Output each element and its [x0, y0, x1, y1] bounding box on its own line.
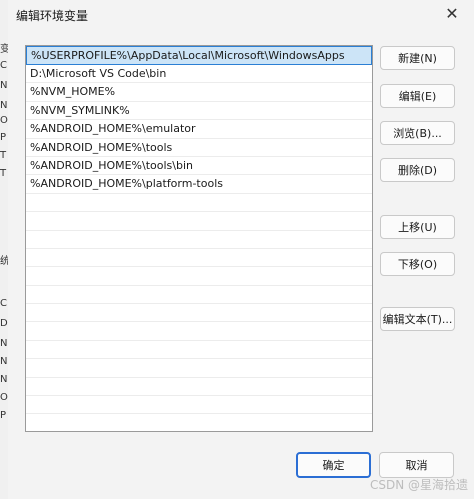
move-up-button[interactable]: 上移(U) [380, 215, 455, 239]
background-text-fragment: N [0, 374, 8, 385]
empty-list-row[interactable] [26, 249, 372, 268]
background-text-fragment: T [0, 168, 7, 179]
background-text-fragment: C [0, 60, 7, 71]
background-text-fragment: N [0, 80, 8, 91]
empty-list-row[interactable] [26, 341, 372, 360]
path-list[interactable]: %USERPROFILE%\AppData\Local\Microsoft\Wi… [25, 45, 373, 432]
background-text-fragment: 变 [0, 44, 8, 55]
close-icon: ✕ [445, 3, 459, 23]
cancel-button[interactable]: 取消 [379, 452, 454, 478]
background-text-fragment: C [0, 298, 7, 309]
background-text-fragment: N [0, 356, 8, 367]
watermark: CSDN @星海拾遗 [369, 478, 468, 492]
delete-button[interactable]: 删除(D) [380, 158, 455, 182]
list-item[interactable]: %USERPROFILE%\AppData\Local\Microsoft\Wi… [26, 46, 372, 65]
background-text-fragment: T [0, 150, 7, 161]
empty-list-row[interactable] [26, 378, 372, 397]
ok-button[interactable]: 确定 [296, 452, 371, 478]
new-button[interactable]: 新建(N) [380, 46, 455, 70]
close-button[interactable]: ✕ [430, 0, 474, 26]
list-item[interactable]: %ANDROID_HOME%\emulator [26, 120, 372, 139]
edit-button[interactable]: 编辑(E) [380, 84, 455, 108]
empty-list-row[interactable] [26, 396, 372, 415]
background-text-fragment: 统 [0, 256, 8, 267]
background-text-fragment: O [0, 392, 8, 403]
list-item[interactable]: %ANDROID_HOME%\tools\bin [26, 157, 372, 176]
background-text-fragment: N [0, 338, 8, 349]
empty-list-row[interactable] [26, 267, 372, 286]
empty-list-row[interactable] [26, 231, 372, 249]
edit-text-button[interactable]: 编辑文本(T)... [380, 307, 455, 331]
empty-list-row[interactable] [26, 194, 372, 213]
list-item[interactable]: %ANDROID_HOME%\platform-tools [26, 175, 372, 194]
background-text-fragment: O [0, 115, 8, 126]
title-bar: 编辑环境变量 ✕ [8, 0, 474, 26]
list-item[interactable]: %NVM_SYMLINK% [26, 102, 372, 121]
list-item[interactable]: %ANDROID_HOME%\tools [26, 139, 372, 157]
empty-list-row[interactable] [26, 212, 372, 231]
edit-env-var-dialog: 编辑环境变量 ✕ %USERPROFILE%\AppData\Local\Mic… [8, 0, 474, 499]
empty-list-row[interactable] [26, 304, 372, 323]
background-text-fragment: N [0, 100, 8, 111]
empty-list-row[interactable] [26, 322, 372, 341]
background-text-fragment: P [0, 132, 7, 143]
background-text-fragment: P [0, 410, 7, 421]
list-item[interactable]: %NVM_HOME% [26, 83, 372, 102]
background-text-fragment: D [0, 318, 8, 329]
empty-list-row[interactable] [26, 414, 372, 431]
list-item[interactable]: D:\Microsoft VS Code\bin [26, 65, 372, 84]
move-down-button[interactable]: 下移(O) [380, 252, 455, 276]
browse-button[interactable]: 浏览(B)... [380, 121, 455, 145]
empty-list-row[interactable] [26, 359, 372, 378]
empty-list-row[interactable] [26, 286, 372, 305]
dialog-title: 编辑环境变量 [16, 9, 89, 23]
